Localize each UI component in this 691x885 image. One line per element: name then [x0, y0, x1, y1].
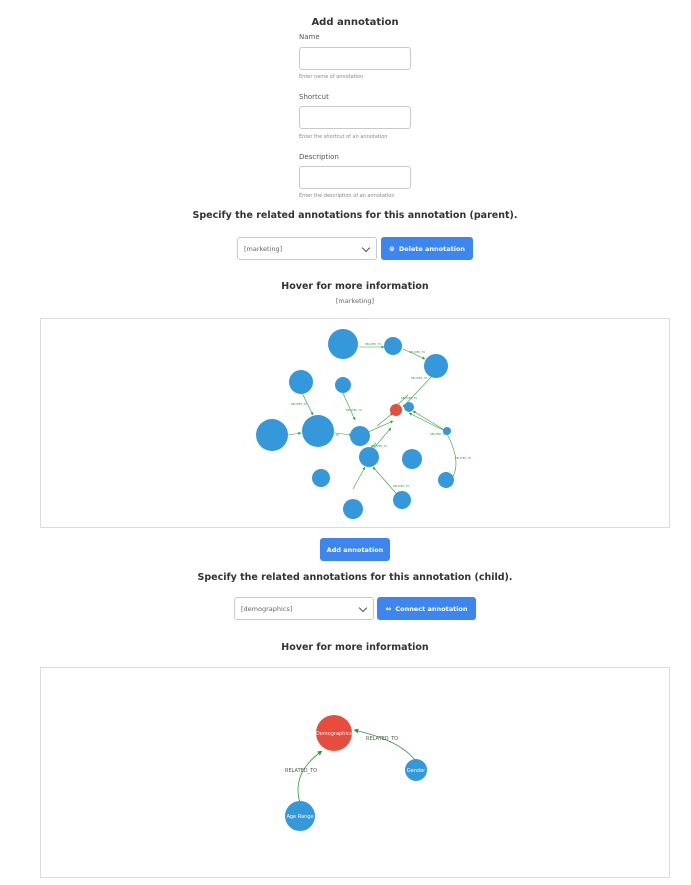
child-select-value: [demographics]: [241, 605, 293, 613]
description-label: Description: [299, 153, 339, 161]
parent-hover-sub: [marketing]: [335, 297, 375, 305]
graph-node[interactable]: [359, 447, 379, 467]
svg-text:RELATED_TO: RELATED_TO: [411, 376, 427, 380]
delete-annotation-label: Delete annotation: [398, 244, 466, 253]
svg-text:RELATED_TO: RELATED_TO: [371, 444, 387, 448]
add-annotation-button[interactable]: Add annotation: [320, 538, 390, 561]
description-hint: Enter the description of an annotation: [299, 193, 395, 199]
graph-node[interactable]: [350, 426, 370, 446]
parent-graph-canvas[interactable]: RELATED_TO RELATED_TO RELATED_TO RELATED…: [41, 319, 671, 529]
graph-node[interactable]: [424, 354, 448, 378]
child-graph[interactable]: RELATED_TO RELATED_TO Demographics Gende…: [40, 667, 670, 878]
graph-node[interactable]: [335, 377, 351, 393]
name-input[interactable]: [299, 47, 411, 70]
node-label-age-range: Age Range: [286, 814, 313, 820]
parent-graph-nodes[interactable]: [256, 329, 454, 519]
link-arrows-icon: ⇔: [385, 604, 392, 613]
svg-text:RELATED_TO: RELATED_TO: [409, 350, 425, 354]
graph-edge-gender-demographics: [353, 728, 416, 761]
graph-node[interactable]: [443, 427, 451, 435]
svg-text:RELATED_TO: RELATED_TO: [455, 456, 471, 460]
child-select[interactable]: [demographics]: [234, 597, 374, 620]
chevron-down-icon: [361, 243, 371, 253]
graph-node[interactable]: [402, 449, 422, 469]
graph-node[interactable]: [438, 472, 454, 488]
graph-node[interactable]: [312, 469, 330, 487]
edge-label: RELATED_TO: [285, 768, 317, 774]
name-hint: Enter name of annotation: [299, 74, 364, 80]
svg-text:RELATED_TO: RELATED_TO: [346, 408, 362, 412]
shortcut-input[interactable]: [299, 106, 411, 129]
delete-annotation-button[interactable]: ⊗ Delete annotation: [381, 237, 473, 260]
form-heading: Add annotation: [311, 17, 399, 28]
name-label: Name: [299, 33, 320, 41]
shortcut-label: Shortcut: [299, 93, 329, 101]
trash-icon: ⊗: [388, 244, 395, 253]
child-graph-canvas[interactable]: RELATED_TO RELATED_TO Demographics Gende…: [41, 668, 671, 879]
graph-node[interactable]: [289, 370, 313, 394]
edge-label: RELATED_TO: [366, 736, 398, 742]
svg-text:RELATED_TO: RELATED_TO: [393, 484, 409, 488]
graph-node[interactable]: [343, 499, 363, 519]
description-input[interactable]: [299, 166, 411, 189]
parent-select[interactable]: [marketing]: [237, 237, 377, 260]
graph-node-marketing[interactable]: [390, 404, 402, 416]
graph-node[interactable]: [256, 419, 288, 451]
connect-annotation-button[interactable]: ⇔ Connect annotation: [377, 597, 476, 620]
graph-edge-age-demographics: [297, 750, 323, 804]
graph-node[interactable]: [404, 402, 414, 412]
graph-node[interactable]: [384, 337, 402, 355]
node-label-demographics: Demographics: [316, 731, 353, 737]
connect-annotation-label: Connect annotation: [395, 604, 468, 613]
child-hover-heading: Hover for more information: [281, 642, 429, 653]
parent-heading: Specify the related annotations for this…: [192, 210, 518, 221]
parent-select-value: [marketing]: [244, 245, 283, 253]
graph-node[interactable]: [302, 415, 334, 447]
node-label-gender: Gender: [407, 768, 426, 774]
add-annotation-label: Add annotation: [326, 545, 384, 554]
parent-hover-heading: Hover for more information: [281, 281, 429, 292]
svg-text:RELATED_TO: RELATED_TO: [291, 402, 307, 406]
svg-text:RELATED_TO: RELATED_TO: [365, 342, 381, 346]
svg-text:RELATED_TO: RELATED_TO: [401, 396, 417, 400]
graph-node[interactable]: [393, 491, 411, 509]
graph-node[interactable]: [328, 329, 358, 359]
chevron-down-icon: [358, 603, 368, 613]
shortcut-hint: Enter the shortcut of an annotation: [299, 134, 388, 140]
child-heading: Specify the related annotations for this…: [197, 572, 513, 583]
parent-graph[interactable]: RELATED_TO RELATED_TO RELATED_TO RELATED…: [40, 318, 670, 528]
